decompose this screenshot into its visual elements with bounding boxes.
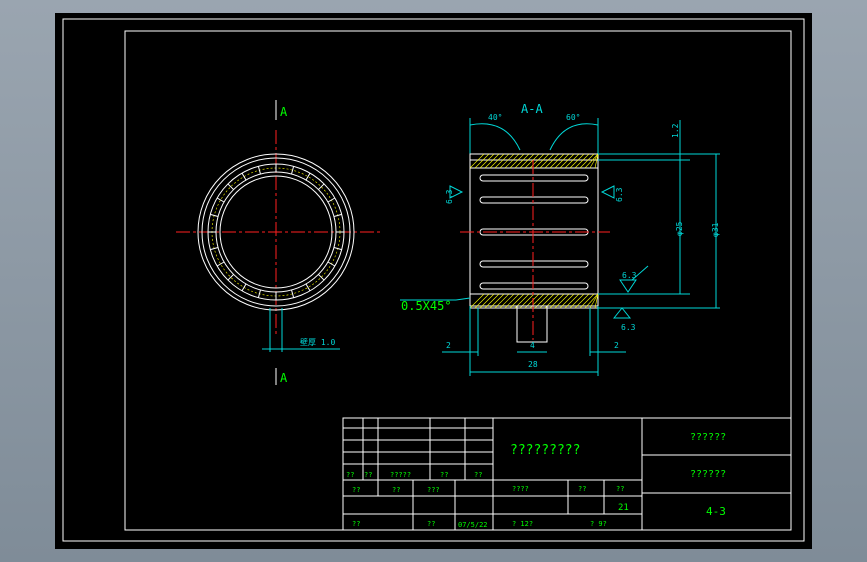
rough-bottom-right: 6.3	[622, 271, 637, 280]
dim-bottom-left: 2	[446, 341, 451, 350]
scale-value: 21	[618, 503, 629, 513]
sign-row-0: ??	[352, 486, 360, 494]
roller-slot	[479, 260, 589, 268]
dim-inner-dia: φ25	[675, 221, 684, 236]
angle-left: 40°	[488, 113, 502, 122]
design-row-0: ??	[352, 520, 360, 528]
section-label-bottom: A	[280, 371, 288, 385]
end-view: A A 壁厚 1.0	[176, 100, 380, 385]
roller-slot	[479, 196, 589, 204]
angle-right: 60°	[566, 113, 580, 122]
rough-right: 6.3	[615, 187, 624, 202]
roller-slot	[479, 282, 589, 290]
wall-thickness-dim: 壁厚 1.0	[300, 337, 335, 347]
roller-line	[216, 197, 225, 203]
roller-line	[216, 261, 225, 267]
part-name: ?????????	[510, 443, 580, 458]
dim-bottom-center: 4	[530, 341, 535, 350]
row-label-3: ??	[440, 471, 448, 479]
company-name: ??????	[690, 432, 726, 443]
sheet-outer-frame	[62, 18, 805, 542]
sign-row-2: ???	[427, 486, 440, 494]
drawing-svg: A A 壁厚 1.0 A-A 40° 60° 1.2 φ25 φ31 6.3 6…	[62, 18, 805, 542]
row-label-4: ??	[474, 471, 482, 479]
drawing-no-label: ??????	[690, 469, 726, 480]
dim-bottom-right: 2	[614, 341, 619, 350]
roller-line	[241, 172, 247, 181]
rough-bottom-right-2: 6.3	[621, 323, 636, 332]
stage-label: ????	[512, 485, 529, 493]
dim-outer-dia: φ31	[711, 222, 720, 237]
roller-line	[241, 283, 247, 292]
weight-label: ??	[578, 485, 586, 493]
section-title: A-A	[521, 102, 543, 116]
chamfer-note: 0.5X45°	[401, 299, 452, 313]
roller-line	[327, 197, 336, 203]
section-view: A-A 40° 60° 1.2 φ25 φ31 6.3 6.3 6.3 6.3 …	[400, 102, 720, 376]
design-row-1: ??	[427, 520, 435, 528]
rough-left: 6.3	[445, 189, 454, 204]
dim-top-right: 1.2	[671, 123, 680, 138]
row-label-1: ??	[364, 471, 372, 479]
roller-line	[327, 261, 336, 267]
row-label-0: ??	[346, 471, 354, 479]
section-label-top: A	[280, 105, 288, 119]
scale-label: ??	[616, 485, 624, 493]
row-label-2: ?????	[390, 471, 411, 479]
drawing-canvas[interactable]: A A 壁厚 1.0 A-A 40° 60° 1.2 φ25 φ31 6.3 6…	[55, 13, 812, 549]
roller-line	[305, 172, 311, 181]
sheet-no: ? 9?	[590, 520, 607, 528]
roller-slot	[479, 174, 589, 182]
sheet-total: ? 12?	[512, 520, 533, 528]
design-row-2: 07/5/22	[458, 521, 488, 529]
roller-line	[305, 283, 311, 292]
dim-overall-width: 28	[528, 360, 538, 369]
sign-row-1: ??	[392, 486, 400, 494]
drawing-no: 4-3	[706, 505, 726, 518]
